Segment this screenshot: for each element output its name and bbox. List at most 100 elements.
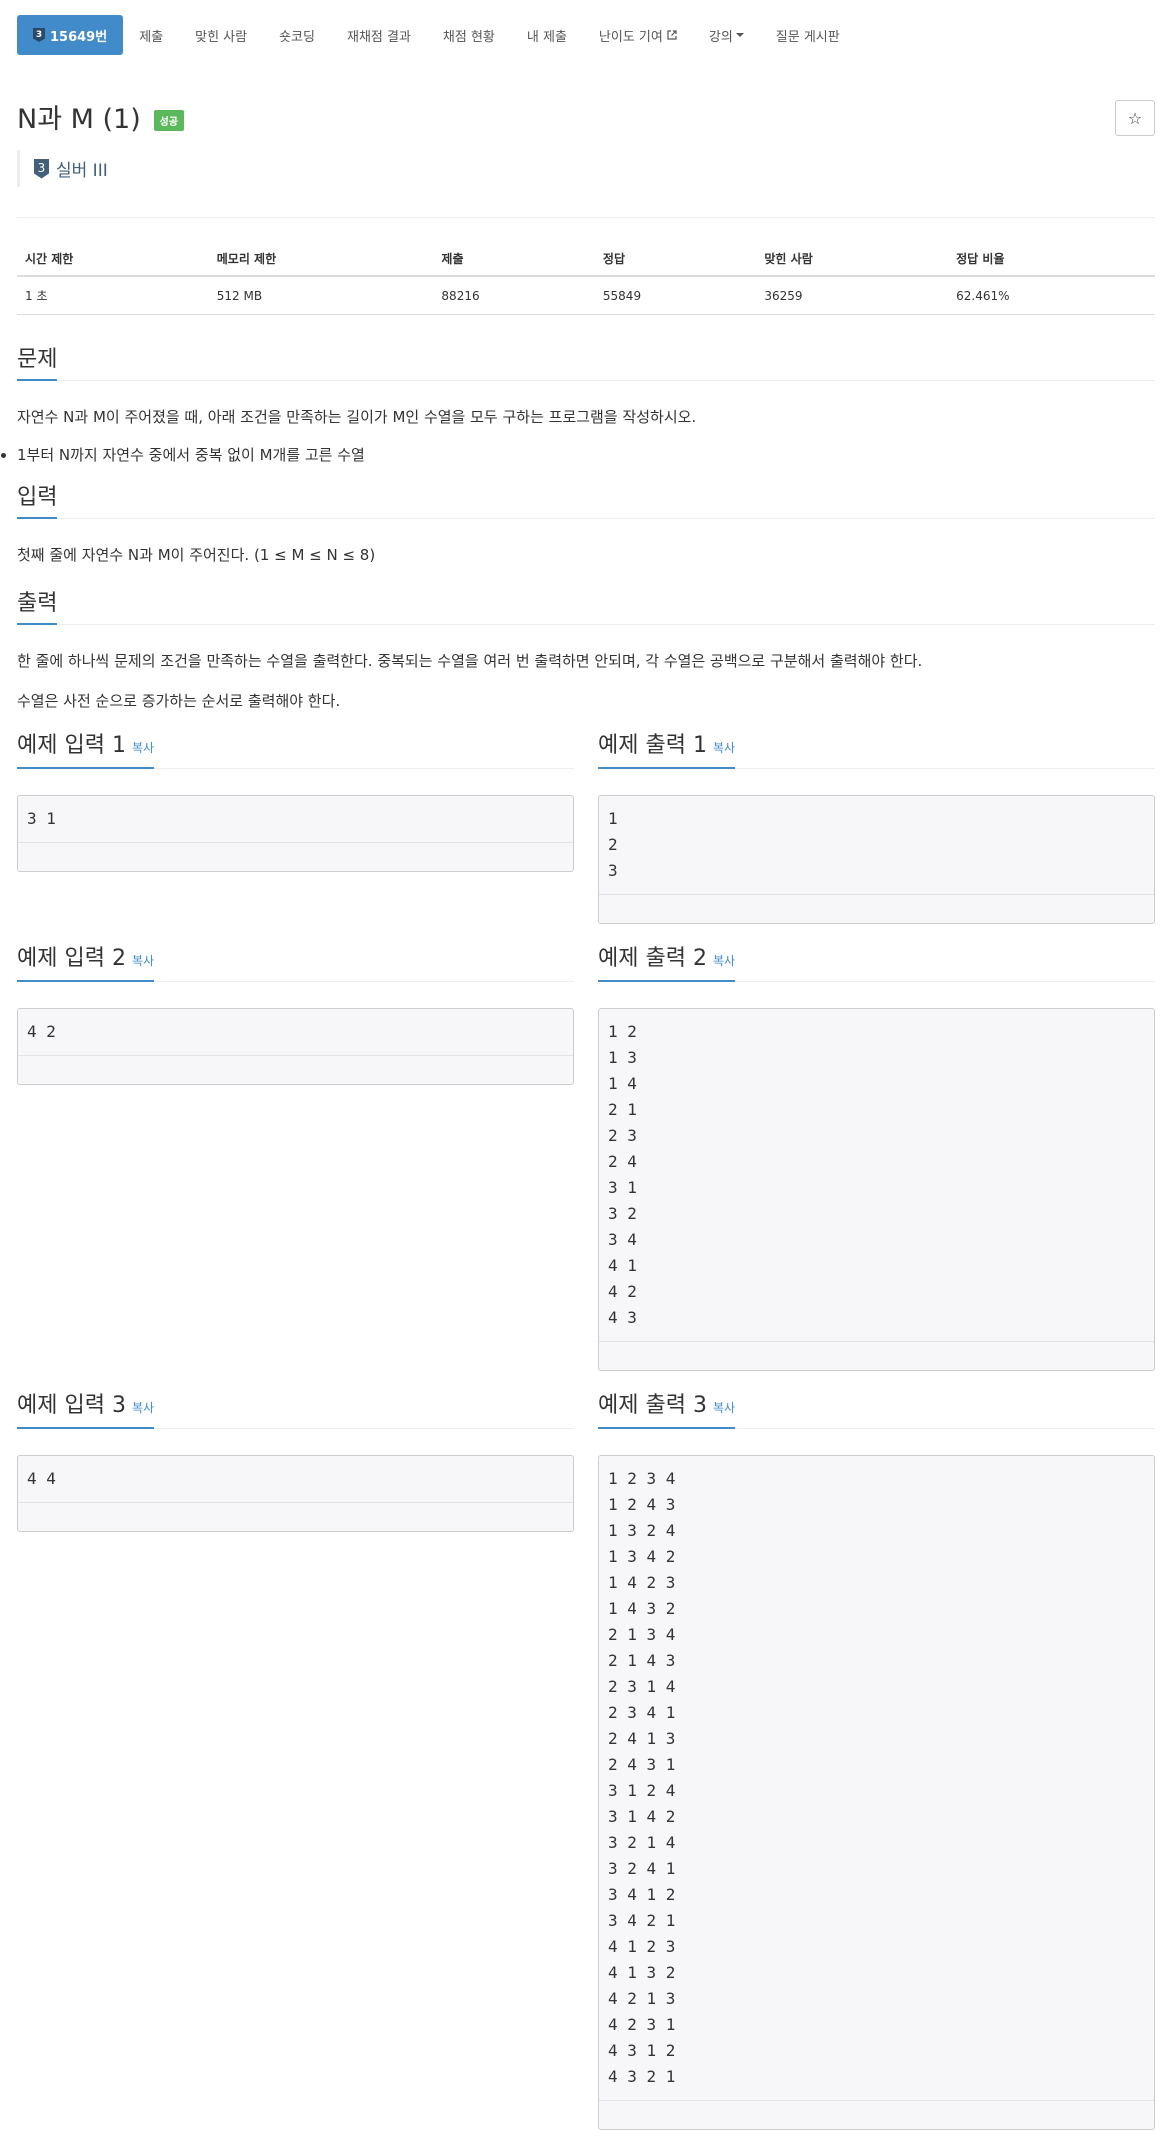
nav-solved-users[interactable]: 맞힌 사람 [179,15,263,55]
status-badge: 성공 [153,109,184,131]
sample-title-wrap: 예제 입력 2 복사 [17,946,155,982]
nav-submit[interactable]: 제출 [123,15,179,55]
tier-badge-icon: 3 [34,158,49,179]
nav-lectures-dropdown[interactable]: 강의 [693,15,760,55]
sample-data-box: 1 2 3 4 1 2 4 3 1 3 2 4 1 3 4 2 1 4 2 3 … [598,1455,1155,2130]
sample-data[interactable]: 3 1 [18,796,573,843]
sample-output-2: 예제 출력 2 복사 1 2 1 3 1 4 2 1 2 3 2 4 3 1 3 … [598,924,1155,1371]
solved-users-value: 36259 [756,276,949,315]
sample-title-wrap: 예제 입력 1 복사 [17,733,155,769]
nav-label: 제출 [139,29,164,45]
nav-label: 채점 현황 [442,29,495,45]
output-order-description: 수열은 사전 순으로 증가하는 순서로 출력해야 한다. [17,692,341,710]
copy-button[interactable]: 복사 [713,741,735,755]
problem-title: N과 M (1) [17,104,141,135]
nav-judge-status[interactable]: 채점 현황 [427,15,511,55]
sample-data[interactable]: 4 4 [18,1456,573,1503]
header-memory-limit: 메모리 제한 [208,242,434,277]
sample-pair-3: 예제 입력 3 복사 4 4 예제 출력 3 복사 1 2 3 4 1 2 4 3 … [17,1371,1155,2130]
sample-box-footer [599,895,1154,923]
output-section-headline: 출력 [17,591,1155,625]
section-title: 문제 [17,347,58,381]
favorite-star-button[interactable]: ☆ [1115,100,1155,136]
nav-label: 15649번 [50,29,108,45]
nav-rejudge-results[interactable]: 재채점 결과 [331,15,427,55]
section-title: 출력 [17,591,58,625]
table-row: 1 초 512 MB 88216 55849 36259 62.461% [17,276,1155,315]
sample-data[interactable]: 1 2 1 3 1 4 2 1 2 3 2 4 3 1 3 2 3 4 4 1 … [599,1009,1154,1342]
sample-data-box: 3 1 [17,795,574,872]
copy-button[interactable]: 복사 [713,1401,735,1415]
problem-page: 3 15649번 제출 맞힌 사람 숏코딩 재채점 결과 채점 현황 내 제출 … [0,10,1172,2130]
section-title: 입력 [17,485,58,519]
sample-input-1: 예제 입력 1 복사 3 1 [17,711,574,924]
memory-limit-value: 512 MB [208,276,434,315]
sample-headline: 예제 입력 3 복사 [17,1393,574,1429]
sample-title-wrap: 예제 출력 2 복사 [598,946,736,982]
sample-headline: 예제 출력 2 복사 [598,946,1155,982]
problem-section-headline: 문제 [17,347,1155,381]
sample-box-footer [18,843,573,871]
tier-label: 실버 III [56,161,108,181]
time-limit-value: 1 초 [17,276,209,315]
table-header-row: 시간 제한 메모리 제한 제출 정답 맞힌 사람 정답 비율 [17,242,1155,277]
sample-data[interactable]: 4 2 [18,1009,573,1056]
input-section-headline: 입력 [17,485,1155,519]
nav-label: 강의 [708,29,733,45]
sample-data-box: 4 2 [17,1008,574,1085]
copy-button[interactable]: 복사 [132,741,154,755]
sample-data[interactable]: 1 2 3 [599,796,1154,895]
accepted-value: 55849 [594,276,757,315]
sample-title: 예제 출력 2 [598,946,707,971]
sample-headline: 예제 입력 2 복사 [17,946,574,982]
divider [17,217,1155,218]
caret-down-icon [735,33,744,37]
sample-data[interactable]: 1 2 3 4 1 2 4 3 1 3 2 4 1 3 4 2 1 4 2 3 … [599,1456,1154,2101]
nav-my-submissions[interactable]: 내 제출 [511,15,583,55]
tier-badge-icon: 3 [33,28,45,42]
sample-title: 예제 출력 1 [598,733,707,758]
sample-title-wrap: 예제 출력 3 복사 [598,1393,736,1429]
problem-description: 자연수 N과 M이 주어졌을 때, 아래 조건을 만족하는 길이가 M인 수열을… [17,408,697,426]
sample-box-footer [599,2101,1154,2129]
submissions-value: 88216 [433,276,595,315]
star-icon: ☆ [1127,108,1143,128]
nav-short-coding[interactable]: 숏코딩 [263,15,331,55]
sample-data-box: 1 2 1 3 1 4 2 1 2 3 2 4 3 1 3 2 3 4 4 1 … [598,1008,1155,1371]
sample-input-2: 예제 입력 2 복사 4 2 [17,924,574,1371]
copy-button[interactable]: 복사 [713,954,735,968]
nav-difficulty-contribution[interactable]: 난이도 기여 [583,15,693,55]
copy-button[interactable]: 복사 [132,954,154,968]
nav-question-board[interactable]: 질문 게시판 [760,15,856,55]
problem-menu: 3 15649번 제출 맞힌 사람 숏코딩 재채점 결과 채점 현황 내 제출 … [17,10,1155,60]
output-description: 한 줄에 하나씩 문제의 조건을 만족하는 수열을 출력한다. 중복되는 수열을… [17,652,923,670]
sample-output-3: 예제 출력 3 복사 1 2 3 4 1 2 4 3 1 3 2 4 1 3 4 … [598,1371,1155,2130]
sample-title-wrap: 예제 출력 1 복사 [598,733,736,769]
sample-box-footer [599,1342,1154,1370]
sample-title: 예제 입력 1 [17,733,126,758]
header-time-limit: 시간 제한 [17,242,209,277]
sample-headline: 예제 입력 1 복사 [17,733,574,769]
nav-problem-number[interactable]: 3 15649번 [17,15,124,55]
sample-data-box: 1 2 3 [598,795,1155,924]
sample-title: 예제 출력 3 [598,1393,707,1418]
external-link-icon [667,30,677,40]
nav-label: 난이도 기여 [598,29,663,45]
sample-input-3: 예제 입력 3 복사 4 4 [17,1371,574,2130]
copy-button[interactable]: 복사 [132,1401,154,1415]
sample-title: 예제 입력 2 [17,946,126,971]
sample-title: 예제 입력 3 [17,1393,126,1418]
sample-headline: 예제 출력 3 복사 [598,1393,1155,1429]
nav-label: 내 제출 [526,29,567,45]
problem-header: N과 M (1) 성공 ☆ [17,100,1155,140]
problem-condition-list: 1부터 N까지 자연수 중에서 중복 없이 M개를 고른 수열 [0,445,1155,465]
problem-tier[interactable]: 3 실버 III [17,150,1155,187]
nav-label: 재채점 결과 [346,29,411,45]
sample-headline: 예제 출력 1 복사 [598,733,1155,769]
input-description: 첫째 줄에 자연수 N과 M이 주어진다. (1 ≤ M ≤ N ≤ 8) [17,546,376,564]
list-item: 1부터 N까지 자연수 중에서 중복 없이 M개를 고른 수열 [17,445,1155,465]
sample-data-box: 4 4 [17,1455,574,1532]
header-accepted: 정답 [594,242,757,277]
nav-label: 질문 게시판 [775,29,840,45]
sample-pair-1: 예제 입력 1 복사 3 1 예제 출력 1 복사 1 2 3 [17,711,1155,924]
